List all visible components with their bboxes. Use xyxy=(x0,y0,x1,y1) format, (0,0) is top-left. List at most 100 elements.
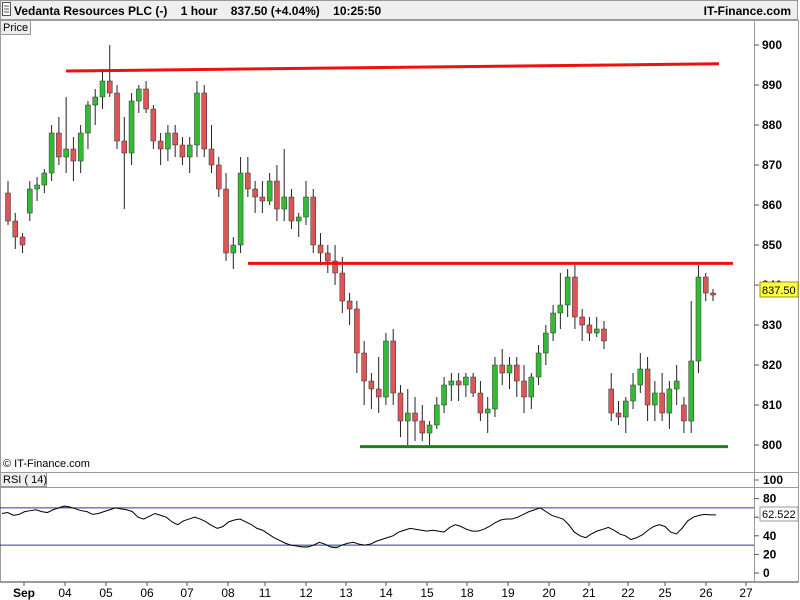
candle-body xyxy=(56,132,62,158)
candle[interactable] xyxy=(114,85,120,149)
price-tick-label: 820 xyxy=(762,358,782,372)
candle-body xyxy=(281,196,287,210)
candle-body xyxy=(339,272,346,302)
candle-body xyxy=(710,292,716,296)
x-tick-label: 22 xyxy=(621,586,635,600)
candle-body xyxy=(550,312,556,334)
candle-body xyxy=(470,376,476,394)
candle[interactable] xyxy=(310,189,317,253)
candle-body xyxy=(41,172,48,186)
candle-body xyxy=(179,144,186,158)
candle-body xyxy=(404,412,411,422)
candle[interactable] xyxy=(492,357,498,417)
candle-body xyxy=(695,276,702,362)
x-tick-label: 15 xyxy=(420,586,434,600)
candle-body xyxy=(310,196,317,246)
price-tick-label: 860 xyxy=(762,198,782,212)
price-tick-label: 900 xyxy=(762,38,782,52)
candle-body xyxy=(266,180,273,202)
candle-body xyxy=(499,364,505,374)
watermark: © IT-Finance.com xyxy=(3,458,90,470)
candle-body xyxy=(419,420,426,434)
candle-body xyxy=(681,404,687,422)
candle-body xyxy=(652,392,658,406)
rsi-panel[interactable] xyxy=(0,472,799,582)
price-tick-label: 870 xyxy=(762,158,782,172)
price-tick-label: 890 xyxy=(762,78,782,92)
price-tick-label: 810 xyxy=(762,398,782,412)
candle-body xyxy=(375,388,382,398)
x-tick-label: 05 xyxy=(99,586,113,600)
candle-body xyxy=(12,220,19,238)
rsi-value-tag-text: 62.522 xyxy=(762,509,796,521)
candle-body xyxy=(702,276,709,294)
candle-body xyxy=(368,380,375,390)
price-tick-label: 830 xyxy=(762,318,782,332)
price-tick-label: 880 xyxy=(762,118,782,132)
candle-body xyxy=(361,352,367,382)
candle-body xyxy=(325,252,331,262)
candle-body xyxy=(434,404,440,426)
candle-body xyxy=(223,188,229,254)
candle-body xyxy=(593,328,600,334)
candle-body xyxy=(383,340,389,398)
candle-body xyxy=(623,400,629,418)
candle-body xyxy=(237,172,244,246)
x-tick-label: 12 xyxy=(299,586,313,600)
candle-body xyxy=(390,340,396,394)
candle-body xyxy=(666,388,673,414)
candle-body xyxy=(186,144,193,158)
x-tick-label: 11 xyxy=(259,586,272,600)
candle-body xyxy=(506,364,513,374)
candle-body xyxy=(397,392,404,422)
x-tick-label: 04 xyxy=(58,586,72,600)
candle-body xyxy=(615,412,622,418)
candle-body xyxy=(157,140,164,150)
candle-body xyxy=(107,80,113,94)
candle-body xyxy=(194,92,200,146)
candle-body xyxy=(77,132,84,162)
x-tick-label: 06 xyxy=(140,586,154,600)
candle[interactable] xyxy=(383,333,389,405)
rsi-value-tag: 62.522 xyxy=(759,506,799,522)
candle-body xyxy=(208,148,215,166)
candle-body xyxy=(165,132,171,150)
x-tick-label: 19 xyxy=(501,586,515,600)
candle-body xyxy=(19,236,26,246)
rsi-tick-label: 20 xyxy=(763,547,777,561)
candle-body xyxy=(492,364,498,410)
price-tick-label: 800 xyxy=(762,438,782,452)
candle-body xyxy=(216,164,222,190)
x-tick-label: 07 xyxy=(180,586,194,600)
candle-body xyxy=(637,368,644,386)
candle-body xyxy=(448,380,455,386)
candle-body xyxy=(535,352,542,378)
x-tick-label: Sep xyxy=(13,586,35,600)
candle-body xyxy=(230,244,237,254)
candle-body xyxy=(564,276,571,306)
candle-body xyxy=(128,100,135,154)
candle-body xyxy=(463,376,469,386)
candle[interactable] xyxy=(201,85,207,157)
candle-body xyxy=(455,380,462,386)
chart-canvas[interactable]: 900890880870860850840830820810800 100806… xyxy=(0,0,800,600)
last-price-tag: 837.50 xyxy=(759,281,799,298)
candle-body xyxy=(543,332,549,354)
candle-body xyxy=(514,364,520,382)
rsi-panel-label: RSI ( 14) xyxy=(3,474,47,486)
candle-body xyxy=(143,88,149,110)
x-tick-label: 20 xyxy=(542,586,556,600)
candle-body xyxy=(484,408,491,414)
candle-body xyxy=(557,304,564,314)
x-tick-label: 26 xyxy=(699,586,713,600)
candle[interactable] xyxy=(48,125,55,181)
price-tick-label: 850 xyxy=(762,238,782,252)
candle-body xyxy=(288,196,295,222)
candle-body xyxy=(354,308,360,354)
candle-body xyxy=(63,148,69,158)
x-tick-label: 27 xyxy=(739,586,753,600)
candle-body xyxy=(99,80,106,98)
x-tick-label: 08 xyxy=(221,586,235,600)
last-price-tag-text: 837.50 xyxy=(762,285,796,297)
candle[interactable] xyxy=(695,265,702,373)
